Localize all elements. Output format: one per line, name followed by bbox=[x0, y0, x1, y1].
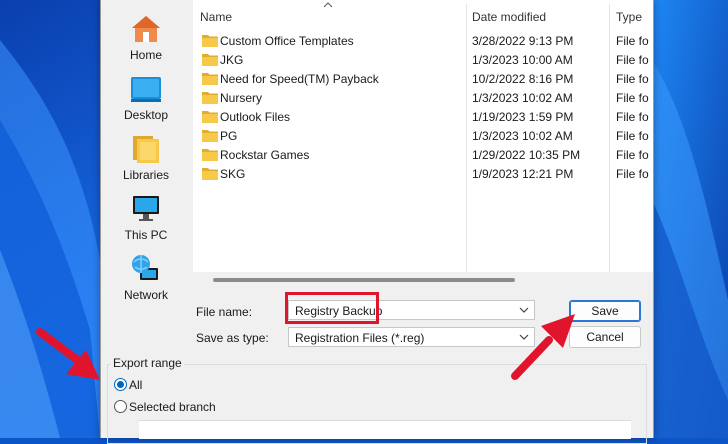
save-as-type-value: Registration Files (*.reg) bbox=[295, 331, 425, 345]
file-date: 1/3/2023 10:02 AM bbox=[472, 91, 573, 105]
nav-item-desktop[interactable]: Desktop bbox=[101, 72, 191, 128]
nav-label-desktop: Desktop bbox=[123, 108, 169, 122]
file-type: File fo bbox=[616, 53, 649, 67]
table-row[interactable]: JKG 1/3/2023 10:00 AM File fo bbox=[193, 50, 653, 69]
nav-item-network[interactable]: Network bbox=[101, 252, 191, 308]
file-type: File fo bbox=[616, 91, 649, 105]
radio-selected-branch[interactable] bbox=[114, 400, 127, 413]
folder-icon bbox=[202, 54, 218, 66]
file-date: 1/3/2023 10:02 AM bbox=[472, 129, 573, 143]
export-range-legend: Export range bbox=[111, 356, 184, 370]
column-header-type[interactable]: Type bbox=[616, 10, 642, 24]
table-row[interactable]: SKG 1/9/2023 12:21 PM File fo bbox=[193, 164, 653, 183]
table-row[interactable]: PG 1/3/2023 10:02 AM File fo bbox=[193, 126, 653, 145]
computer-icon bbox=[129, 192, 163, 226]
folder-icon bbox=[202, 73, 218, 85]
file-type: File fo bbox=[616, 129, 649, 143]
file-name: Custom Office Templates bbox=[220, 34, 354, 48]
file-date: 10/2/2022 8:16 PM bbox=[472, 72, 574, 86]
folder-icon bbox=[202, 130, 218, 142]
file-name: Need for Speed(TM) Payback bbox=[220, 72, 379, 86]
file-name: Nursery bbox=[220, 91, 263, 105]
annotation-arrow-save bbox=[511, 314, 575, 380]
save-as-type-label: Save as type: bbox=[196, 331, 269, 345]
file-date: 1/3/2023 10:00 AM bbox=[472, 53, 573, 67]
nav-item-this-pc[interactable]: This PC bbox=[101, 192, 191, 248]
file-date: 1/29/2022 10:35 PM bbox=[472, 148, 581, 162]
table-row[interactable]: Rockstar Games 1/29/2022 10:35 PM File f… bbox=[193, 145, 653, 164]
file-list[interactable]: Name Date modified Type Custom Office Te… bbox=[193, 0, 653, 272]
file-name: Outlook Files bbox=[220, 110, 291, 124]
nav-label-libraries: Libraries bbox=[122, 168, 170, 182]
sort-ascending-icon bbox=[323, 2, 333, 8]
navigation-pane: Home Desktop Libraries This PC Network bbox=[101, 0, 191, 320]
column-header-name[interactable]: Name bbox=[200, 10, 232, 24]
nav-item-home[interactable]: Home bbox=[101, 12, 191, 68]
folder-icon bbox=[202, 149, 218, 161]
folder-icon bbox=[202, 92, 218, 104]
folder-icon bbox=[202, 111, 218, 123]
folder-icon bbox=[202, 168, 218, 180]
column-header-date-modified[interactable]: Date modified bbox=[472, 10, 546, 24]
file-type: File fo bbox=[616, 34, 649, 48]
selected-branch-input[interactable] bbox=[139, 420, 631, 439]
annotation-arrow-export-all bbox=[36, 328, 100, 380]
table-row[interactable]: Nursery 1/3/2023 10:02 AM File fo bbox=[193, 88, 653, 107]
radio-all-label[interactable]: All bbox=[129, 378, 142, 392]
file-date: 1/19/2023 1:59 PM bbox=[472, 110, 574, 124]
table-row[interactable]: Outlook Files 1/19/2023 1:59 PM File fo bbox=[193, 107, 653, 126]
file-name: Rockstar Games bbox=[220, 148, 310, 162]
nav-label-this-pc: This PC bbox=[124, 228, 168, 242]
network-icon bbox=[129, 252, 163, 286]
horizontal-scrollbar[interactable] bbox=[213, 278, 515, 282]
file-type: File fo bbox=[616, 72, 649, 86]
file-type: File fo bbox=[616, 148, 649, 162]
desktop-icon bbox=[129, 72, 163, 106]
file-type: File fo bbox=[616, 167, 649, 181]
file-date: 1/9/2023 12:21 PM bbox=[472, 167, 574, 181]
table-row[interactable]: Custom Office Templates 3/28/2022 9:13 P… bbox=[193, 31, 653, 50]
table-row[interactable]: Need for Speed(TM) Payback 10/2/2022 8:1… bbox=[193, 69, 653, 88]
folder-icon bbox=[202, 35, 218, 47]
file-type: File fo bbox=[616, 110, 649, 124]
nav-label-home: Home bbox=[129, 48, 162, 62]
file-date: 3/28/2022 9:13 PM bbox=[472, 34, 574, 48]
file-name: JKG bbox=[220, 53, 244, 67]
nav-item-libraries[interactable]: Libraries bbox=[101, 132, 191, 188]
radio-selected-branch-label[interactable]: Selected branch bbox=[129, 400, 216, 414]
nav-label-network: Network bbox=[123, 288, 168, 302]
home-icon bbox=[129, 12, 163, 46]
file-name: PG bbox=[220, 129, 238, 143]
file-name: SKG bbox=[220, 167, 246, 181]
save-as-type-select[interactable]: Registration Files (*.reg) bbox=[288, 327, 535, 347]
libraries-icon bbox=[129, 132, 163, 166]
annotation-highlight-box bbox=[285, 292, 379, 324]
file-name-label: File name: bbox=[196, 305, 253, 319]
